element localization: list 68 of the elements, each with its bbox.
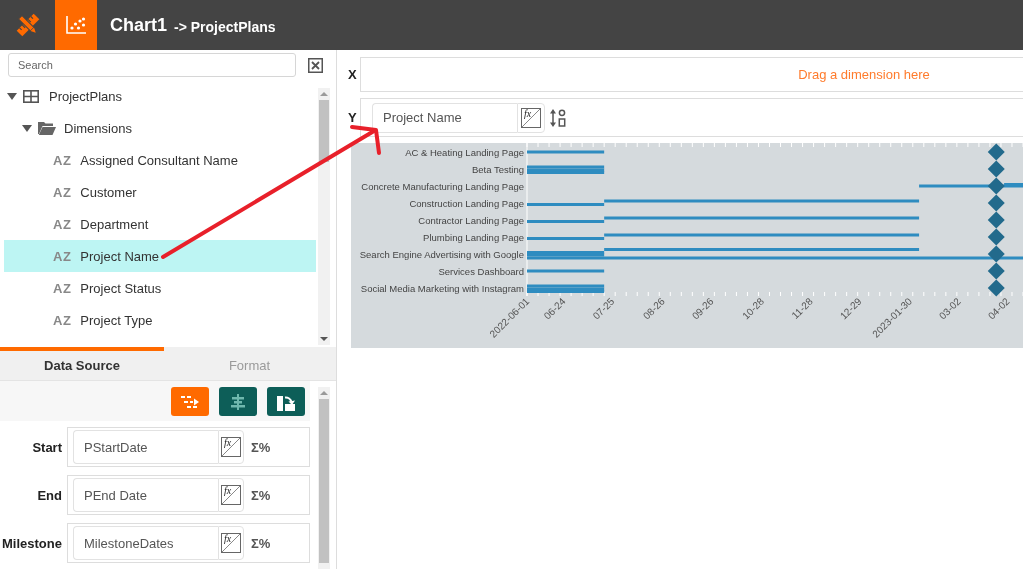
milestone-marker [987,262,1005,280]
scroll-up-icon[interactable] [320,391,328,395]
scrollbar-thumb[interactable] [319,100,329,162]
scroll-down-icon[interactable] [320,337,328,341]
category-label: Beta Testing [471,163,524,175]
input-field[interactable]: PEnd Date [73,478,218,512]
category-label: AC & Heating Landing Page [405,146,524,158]
formula-button[interactable]: fx [218,430,244,464]
tree-item[interactable]: AZ Project Status [4,272,316,304]
tree-item[interactable]: AZ Assigned Consultant Name [4,144,316,176]
text-type-icon: AZ [53,312,72,328]
sort-order-icon[interactable] [550,108,566,127]
formula-button[interactable]: fx [517,102,545,133]
tree-item[interactable]: AZ Customer [4,176,316,208]
tree-item[interactable]: AZ Project Name [4,240,316,272]
aggregate-button[interactable]: Σ% [251,487,271,503]
search-field[interactable]: Search [8,53,296,77]
align-center-icon [230,393,246,410]
input-field[interactable]: Project Name [372,102,517,133]
toolbar-button[interactable] [219,387,257,416]
text-type-icon: AZ [53,152,72,168]
category-label: Concrete Manufacturing Landing Page [361,180,524,192]
input-field[interactable]: PStartDate [73,430,218,464]
step-lines-icon [181,395,199,408]
scrollbar-thumb[interactable] [319,399,329,563]
caret-icon[interactable] [21,124,32,132]
text-type-icon: AZ [53,184,72,200]
scroll-up-icon[interactable] [320,92,328,96]
aggregate-button[interactable]: Σ% [251,439,271,455]
category-label: Services Dashboard [438,265,524,277]
tree-item[interactable]: AZ Department [4,208,316,240]
formula-button[interactable]: fx [218,478,244,512]
category-label: Construction Landing Page [409,197,524,209]
category-label: Contractor Landing Page [418,214,524,226]
toolbar-button[interactable] [267,387,305,416]
close-icon[interactable] [308,57,323,73]
field-label: End [36,487,62,503]
milestone-marker [987,228,1005,246]
milestone-marker [987,245,1005,263]
input-field[interactable]: MilestoneDates [73,526,218,560]
scatter-chart-icon [66,16,86,34]
chart-type-button[interactable] [55,0,97,50]
tree-item[interactable]: AZ Project Type [4,304,316,336]
axis-label: Y [348,110,358,125]
milestone-marker [987,279,1005,297]
milestone-marker [987,160,1005,178]
table-icon [23,89,39,103]
chart-title: Chart1 [110,14,167,36]
text-type-icon: AZ [53,280,72,296]
text-type-icon: AZ [53,216,72,232]
axis-label: X [348,67,358,82]
text-type-icon: AZ [53,248,72,264]
milestone-marker [987,177,1005,195]
data-source-path: -> ProjectPlans [174,18,276,35]
milestone-marker [987,143,1005,161]
milestone-marker [987,211,1005,229]
field-label: Start [31,439,62,455]
tree-item[interactable]: ProjectPlans [4,80,316,112]
milestone-marker [987,194,1005,212]
aggregate-button[interactable]: Σ% [251,535,271,551]
category-label: Plumbing Landing Page [423,231,524,243]
category-label: Search Engine Advertising with Google [359,248,524,260]
field-label: Milestone [1,535,62,551]
category-label: Social Media Marketing with Instagram [360,282,524,294]
caret-icon[interactable] [6,92,17,100]
tree-item[interactable]: Dimensions [4,112,316,144]
formula-button[interactable]: fx [218,526,244,560]
folder-icon [38,121,56,135]
